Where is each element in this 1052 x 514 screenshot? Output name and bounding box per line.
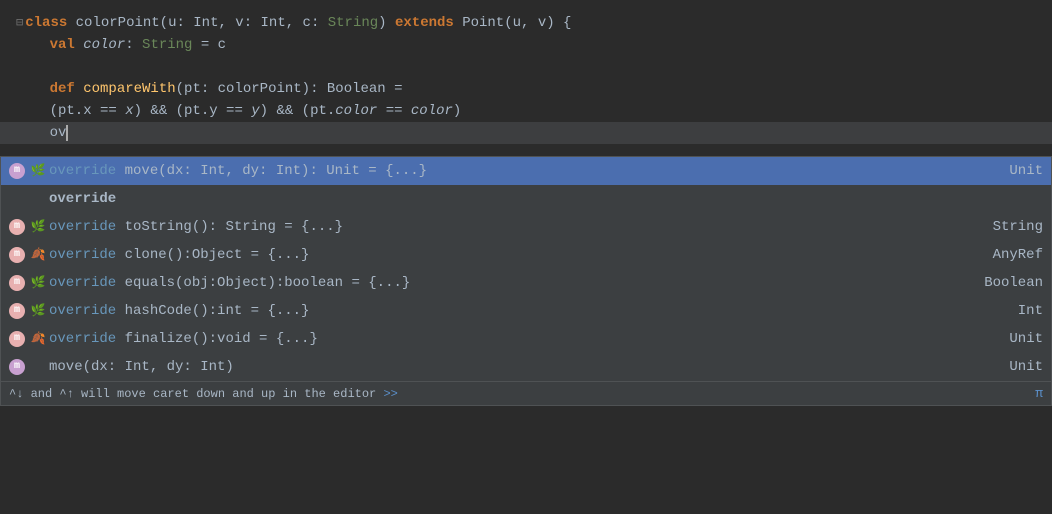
ac-item-text-3: override toString(): String = {...} xyxy=(49,216,343,238)
leaf-icon-6: 🌿 xyxy=(31,304,45,318)
code-line-3 xyxy=(0,56,1052,78)
ac-item-text-5: override equals(obj:Object):boolean = {.… xyxy=(49,272,410,294)
return-type-6: Int xyxy=(998,300,1043,322)
footer-text: ^↓ and ^↑ will move caret down and up in… xyxy=(9,387,398,401)
return-type-7: Unit xyxy=(989,328,1043,350)
spacer-leaf-2 xyxy=(31,192,45,206)
ac-item-text-6: override hashCode():int = {...} xyxy=(49,300,309,322)
leaf-icon-5: 🌿 xyxy=(31,276,45,290)
autocomplete-item-5[interactable]: m 🌿 override equals(obj:Object):boolean … xyxy=(1,269,1051,297)
code-line-6: ov xyxy=(0,122,1052,144)
leaf-icon-7: 🍂 xyxy=(31,332,45,346)
ac-item-text-4: override clone():Object = {...} xyxy=(49,244,309,266)
autocomplete-item-2[interactable]: override xyxy=(1,185,1051,213)
editor-area: ⊟ class colorPoint(u: Int, v: Int, c: St… xyxy=(0,0,1052,156)
pi-icon: π xyxy=(1035,386,1043,401)
text-cursor xyxy=(66,125,68,141)
classname: colorPoint xyxy=(76,12,160,34)
badge-m-6: m xyxy=(9,303,25,319)
badge-m-8: m xyxy=(9,359,25,375)
autocomplete-item-6[interactable]: m 🌿 override hashCode():int = {...} Int xyxy=(1,297,1051,325)
spacer-2 xyxy=(9,191,25,207)
ac-item-text-8: move(dx: Int, dy: Int) xyxy=(49,356,234,378)
leaf-icon-4: 🍂 xyxy=(31,248,45,262)
badge-m-4: m xyxy=(9,247,25,263)
ac-item-text-1: override move(dx: Int, dy: Int): Unit = … xyxy=(49,160,427,182)
footer-link[interactable]: >> xyxy=(383,387,397,401)
autocomplete-item-7[interactable]: m 🍂 override finalize():void = {...} Uni… xyxy=(1,325,1051,353)
return-type-8: Unit xyxy=(989,356,1043,378)
ac-item-text-2: override xyxy=(49,188,116,210)
code-line-1: ⊟ class colorPoint(u: Int, v: Int, c: St… xyxy=(0,12,1052,34)
collapse-icon-1: ⊟ xyxy=(16,12,23,34)
return-type-5: Boolean xyxy=(964,272,1043,294)
autocomplete-footer: ^↓ and ^↑ will move caret down and up in… xyxy=(1,381,1051,405)
autocomplete-item-1[interactable]: m 🌿 override move(dx: Int, dy: Int): Uni… xyxy=(1,157,1051,185)
spacer-leaf-8 xyxy=(31,360,45,374)
badge-m-7: m xyxy=(9,331,25,347)
autocomplete-item-8[interactable]: m move(dx: Int, dy: Int) Unit xyxy=(1,353,1051,381)
return-type-3: String xyxy=(973,216,1043,238)
badge-m-1: m xyxy=(9,163,25,179)
code-line-2: val color: String = c xyxy=(0,34,1052,56)
autocomplete-item-3[interactable]: m 🌿 override toString(): String = {...} … xyxy=(1,213,1051,241)
kw-class: class xyxy=(25,12,75,34)
badge-m-3: m xyxy=(9,219,25,235)
return-type-4: AnyRef xyxy=(973,244,1043,266)
code-line-5: (pt.x == x) && (pt.y == y) && (pt.color … xyxy=(0,100,1052,122)
autocomplete-item-4[interactable]: m 🍂 override clone():Object = {...} AnyR… xyxy=(1,241,1051,269)
leaf-icon-3: 🌿 xyxy=(31,220,45,234)
leaf-icon-1: 🌿 xyxy=(31,164,45,178)
badge-m-5: m xyxy=(9,275,25,291)
code-line-4: def compareWith(pt: colorPoint): Boolean… xyxy=(0,78,1052,100)
ac-item-text-7: override finalize():void = {...} xyxy=(49,328,318,350)
return-type-1: Unit xyxy=(989,160,1043,182)
autocomplete-dropdown: m 🌿 override move(dx: Int, dy: Int): Uni… xyxy=(0,156,1052,406)
